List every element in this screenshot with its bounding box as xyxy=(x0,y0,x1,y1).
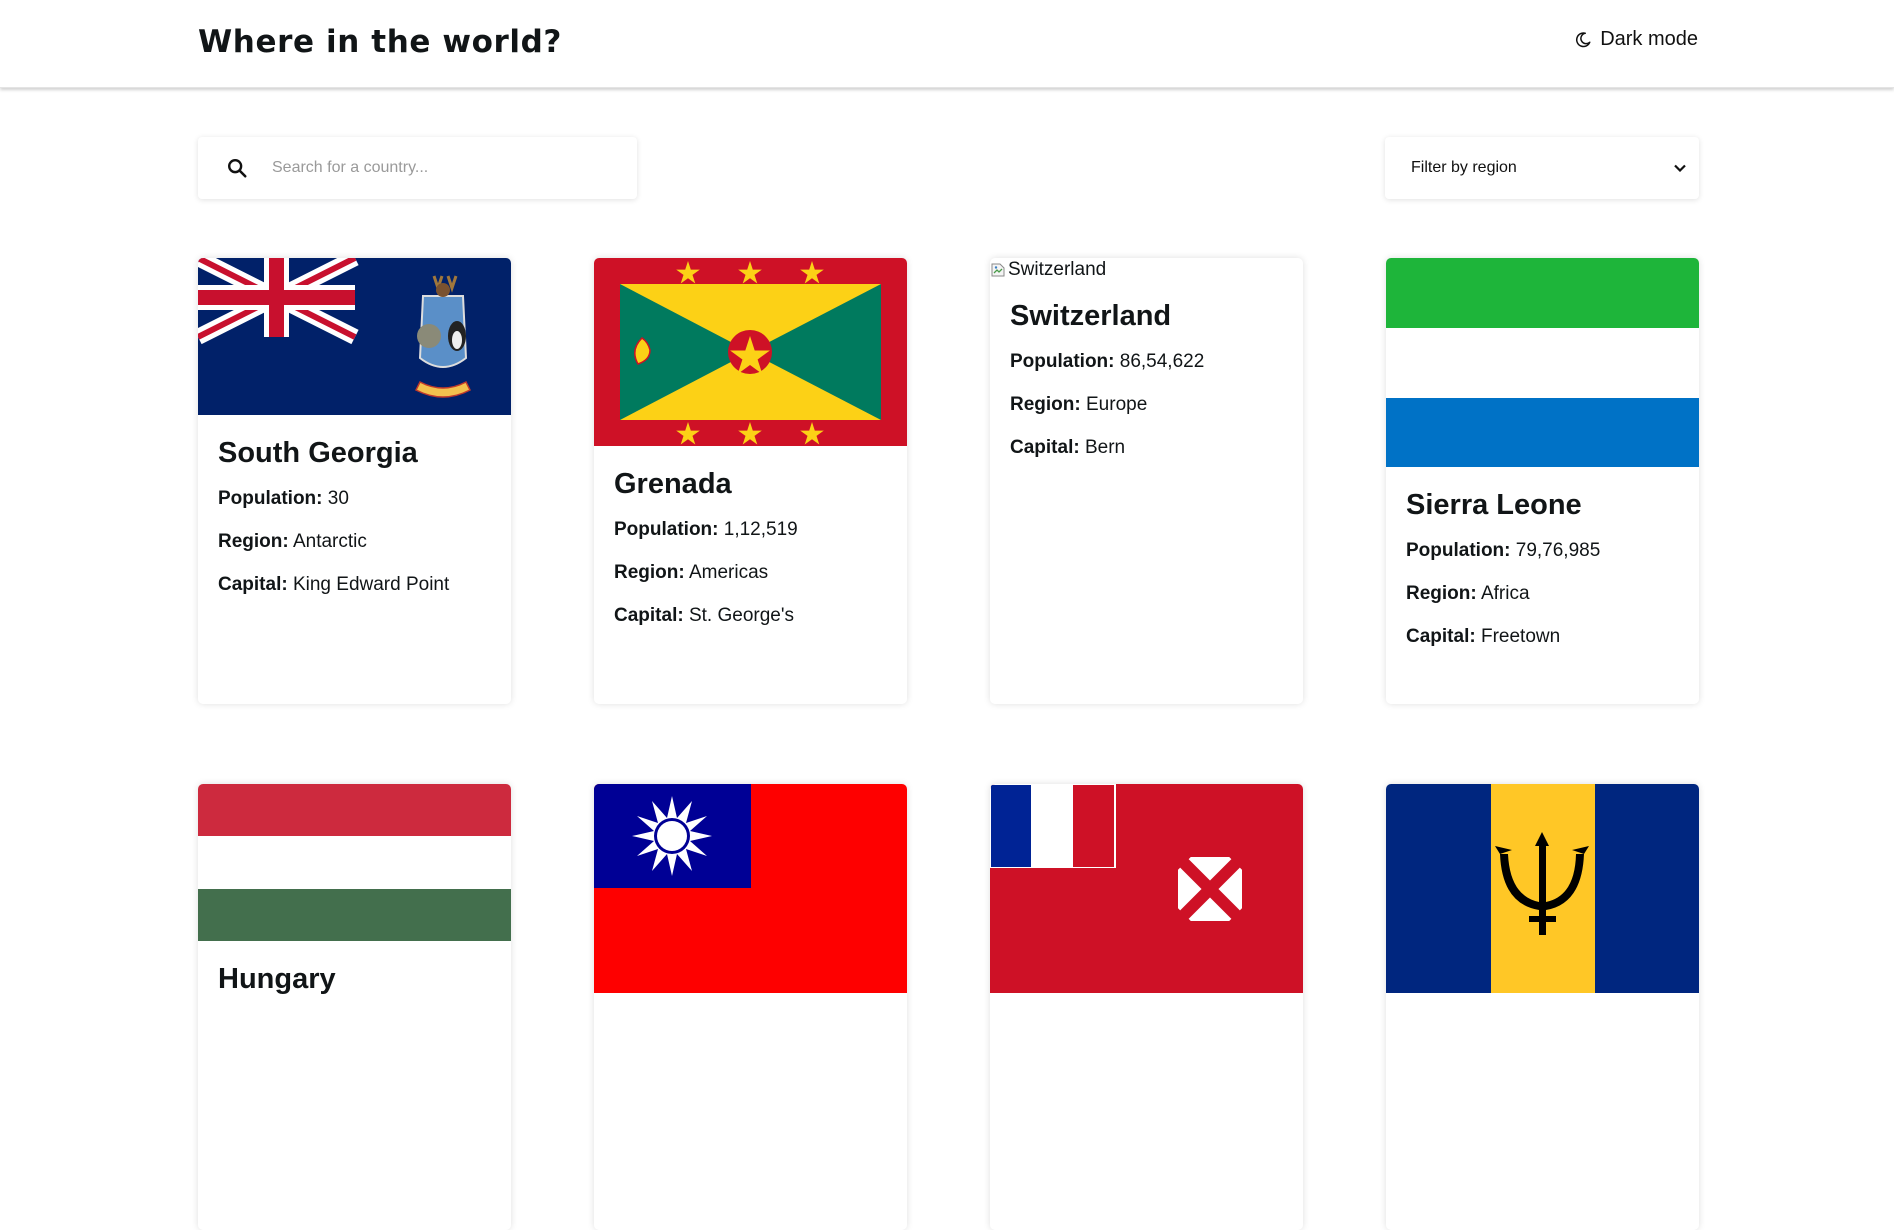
country-name: Sierra Leone xyxy=(1406,489,1582,521)
country-flag xyxy=(1386,784,1699,993)
country-card[interactable] xyxy=(594,784,907,1230)
moon-icon xyxy=(1576,31,1591,47)
flag-alt-text: Switzerland xyxy=(1008,259,1107,280)
dark-mode-button[interactable]: Dark mode xyxy=(1574,28,1698,51)
population-line: Population: 79,76,985 xyxy=(1406,540,1601,561)
capital-line: Capital: King Edward Point xyxy=(218,574,450,595)
country-flag xyxy=(594,784,907,993)
dark-mode-label: Dark mode xyxy=(1600,28,1698,50)
chevron-down-icon xyxy=(1674,164,1686,172)
search-icon xyxy=(228,159,247,178)
search-input[interactable] xyxy=(272,159,612,177)
population-line: Population: 1,12,519 xyxy=(614,519,798,540)
country-flag: Switzerland xyxy=(990,258,1303,282)
country-card[interactable]: South Georgia Population: 30 Region: Ant… xyxy=(198,258,511,704)
country-card[interactable] xyxy=(1386,784,1699,1230)
country-card[interactable] xyxy=(990,784,1303,1230)
country-flag xyxy=(594,258,907,446)
country-card[interactable]: Switzerland Switzerland Population: 86,5… xyxy=(990,258,1303,704)
region-line: Region: Europe xyxy=(1010,394,1148,415)
country-flag xyxy=(198,258,511,415)
page-title: Where in the world? xyxy=(198,24,563,60)
population-line: Population: 30 xyxy=(218,488,349,509)
country-flag xyxy=(990,784,1303,993)
country-card[interactable]: Hungary xyxy=(198,784,511,1230)
broken-image-icon xyxy=(991,263,1005,277)
header: Where in the world? Dark mode xyxy=(0,0,1894,88)
country-name: Grenada xyxy=(614,468,732,500)
country-name: Switzerland xyxy=(1010,300,1172,332)
capital-line: Capital: Freetown xyxy=(1406,626,1561,647)
region-line: Region: Africa xyxy=(1406,583,1530,604)
capital-line: Capital: Bern xyxy=(1010,437,1126,458)
country-flag xyxy=(198,784,511,941)
region-line: Region: Antarctic xyxy=(218,531,367,552)
country-card[interactable]: Grenada Population: 1,12,519 Region: Ame… xyxy=(594,258,907,704)
country-name: South Georgia xyxy=(218,437,418,469)
country-name: Hungary xyxy=(218,963,336,995)
country-card[interactable]: Sierra Leone Population: 79,76,985 Regio… xyxy=(1386,258,1699,704)
country-flag xyxy=(1386,258,1699,467)
region-filter-select[interactable]: Filter by region xyxy=(1385,137,1699,199)
capital-line: Capital: St. George's xyxy=(614,605,794,626)
filter-label: Filter by region xyxy=(1411,159,1517,176)
population-line: Population: 86,54,622 xyxy=(1010,351,1205,372)
region-line: Region: Americas xyxy=(614,562,769,583)
search-box xyxy=(198,137,637,199)
